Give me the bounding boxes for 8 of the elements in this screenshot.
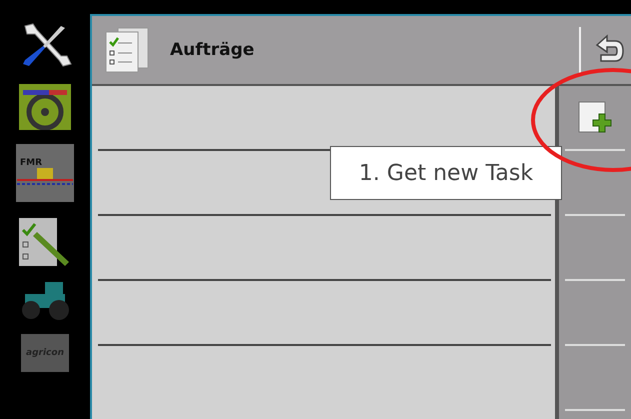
sprayer-tile[interactable]: FMR <box>16 144 74 202</box>
tile-label: FMR <box>20 158 42 168</box>
tooltip-callout: 1. Get new Task <box>330 146 562 200</box>
sprayer-icon <box>17 168 73 188</box>
task-list-icon <box>104 26 150 74</box>
steering-wheel-icon[interactable] <box>19 84 71 130</box>
screen-title: Aufträge <box>170 40 256 60</box>
tractor-icon[interactable] <box>19 282 71 320</box>
